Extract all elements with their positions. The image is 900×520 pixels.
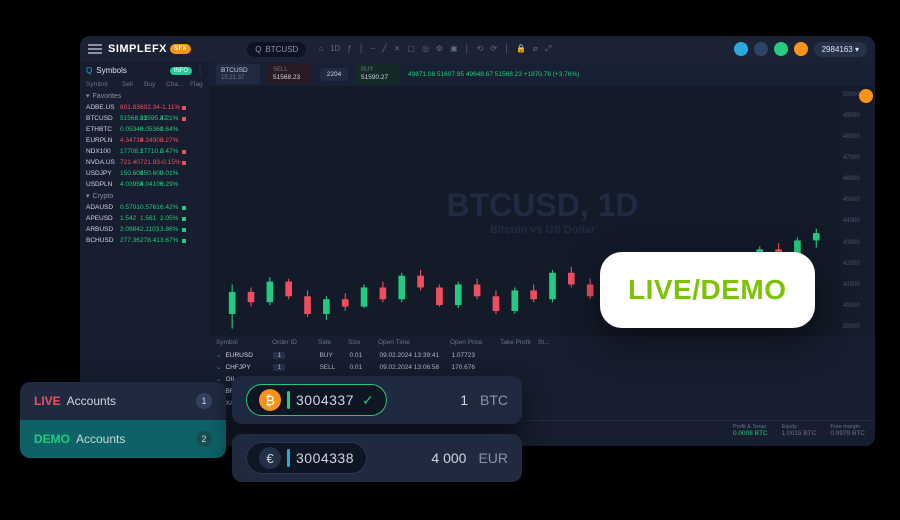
logo: SIMPLEFX SFX [108,43,191,55]
y-axis: 5000049000480004700046000450004400043000… [841,86,875,336]
toolbar-icon[interactable]: │ [359,44,364,54]
account-row[interactable]: ₿3004337✓1BTC [232,376,522,424]
sell-button[interactable]: SELL51568.23 [268,64,312,84]
topbar: SIMPLEFX SFX Q BTCUSD ⌂ 1D ƒ │ ⎯ ╱ ⨯ ▢ ◎ ⚙ ▣ │ ⟲ ⟳ │ 🔒 ⌀… [80,36,875,62]
symbol-search[interactable]: Q BTCUSD [247,42,306,57]
watchlist-row[interactable]: ETHBTC0.053460.053610.64% [80,124,210,135]
toolbar-icon[interactable]: ⌀ [533,44,538,54]
order-row[interactable]: ⌄CHFJPY1SELL0.0109.02.2024 13:06:58170.6… [210,361,875,373]
watchlist-row[interactable]: NDX10017708.217710.20.47% [80,146,210,157]
watchlist-row[interactable]: USDPLN4.039584.041060.29% [80,179,210,190]
toolbar-icon[interactable]: 🔒 [516,44,526,54]
watchlist-row[interactable]: APEUSD1.5421.5612.05% [80,213,210,224]
watchlist-row[interactable]: BCHUSD277.36278.413.67% [80,235,210,246]
toolbar-icon[interactable]: ◎ [422,44,429,54]
toolbar-icon[interactable]: ⌂ [318,44,323,54]
help-icon[interactable] [754,42,768,56]
search-icon: Q [86,66,92,75]
toolbar-icon[interactable]: ƒ [347,44,351,54]
watchlist-row[interactable]: ADAUSD0.57010.57616.42% [80,202,210,213]
avatar-icon[interactable] [734,42,748,56]
ohlc-stats: 49871.08 51607.95 49648.67 51568.23 +187… [408,71,579,78]
account-list: ₿3004337✓1BTC €30043384 000EUR [232,376,522,482]
orders-header: SymbolOrder IDSideSizeOpen TimeOpen Pric… [210,336,875,349]
watchlist-row[interactable]: ADBE.US601.83602.34-1.11% [80,102,210,113]
watchlist-columns: SymbolSellBuyCha...Flag [80,79,210,90]
toolbar-icon[interactable]: ⎯ [371,44,375,54]
order-row[interactable]: ⌄EURUSD1BUY0.0109.02.2024 13:39:411.0772… [210,349,875,361]
toolbar-icon[interactable]: │ [504,44,509,54]
section-crypto[interactable]: ▾ Crypto [80,190,210,202]
spread: 2204 [320,68,348,81]
watchlist-row[interactable]: ARBUSD2.09842.11033.86% [80,224,210,235]
toolbar-icon[interactable]: ▢ [407,44,415,54]
watchlist-row[interactable]: USDJPY150.608150.6090.01% [80,168,210,179]
section-favorites[interactable]: ▾ Favorites [80,90,210,102]
menu-icon[interactable] [88,44,102,54]
toolbar-icon[interactable]: ╱ [382,44,387,54]
buy-button[interactable]: BUY51590.27 [356,64,400,84]
btc-icon [794,42,808,56]
tab-live-accounts[interactable]: LIVEAccounts 1 [20,382,226,420]
account-row[interactable]: €30043384 000EUR [232,434,522,482]
more-icon[interactable]: ⋮ [196,66,204,75]
toolbar-icon[interactable]: ▣ [450,44,458,54]
toolbar-icon[interactable]: ⨯ [394,44,401,54]
live-demo-badge: LIVE/DEMO [600,252,815,328]
tab-demo-accounts[interactable]: DEMOAccounts 2 [20,420,226,458]
accounts-panel: LIVEAccounts 1 DEMOAccounts 2 [20,382,226,458]
toolbar-icon[interactable]: ⚙ [436,44,443,54]
watchlist-row[interactable]: BTCUSD51568.2351595.374.21% [80,113,210,124]
info-badge[interactable]: INFO [170,67,192,75]
sfx-badge-icon [859,89,873,103]
search-icon: Q [255,45,261,54]
sidebar-title: Symbols [96,66,127,75]
toolbar-icon[interactable]: 1D [330,44,340,54]
toolbar-icon[interactable]: ⟳ [490,44,497,54]
chart-toolbar: ⌂ 1D ƒ │ ⎯ ╱ ⨯ ▢ ◎ ⚙ ▣ │ ⟲ ⟳ │ 🔒 ⌀ ⤢ [318,44,551,54]
balance[interactable]: 2984163 ▾ [814,42,867,57]
ticker-bar: BTCUSD15:21:37 SELL51568.23 2204 BUY5159… [210,62,875,86]
toolbar-icon[interactable]: ⤢ [545,44,551,54]
watchlist-row[interactable]: NVDA.US721.40721.93-0.15% [80,157,210,168]
notifications-icon[interactable] [774,42,788,56]
ticker-symbol[interactable]: BTCUSD15:21:37 [216,64,260,84]
toolbar-icon[interactable]: │ [465,44,470,54]
watchlist-row[interactable]: EURPLN4.347394.349030.27% [80,135,210,146]
toolbar-icon[interactable]: ⟲ [477,44,484,54]
